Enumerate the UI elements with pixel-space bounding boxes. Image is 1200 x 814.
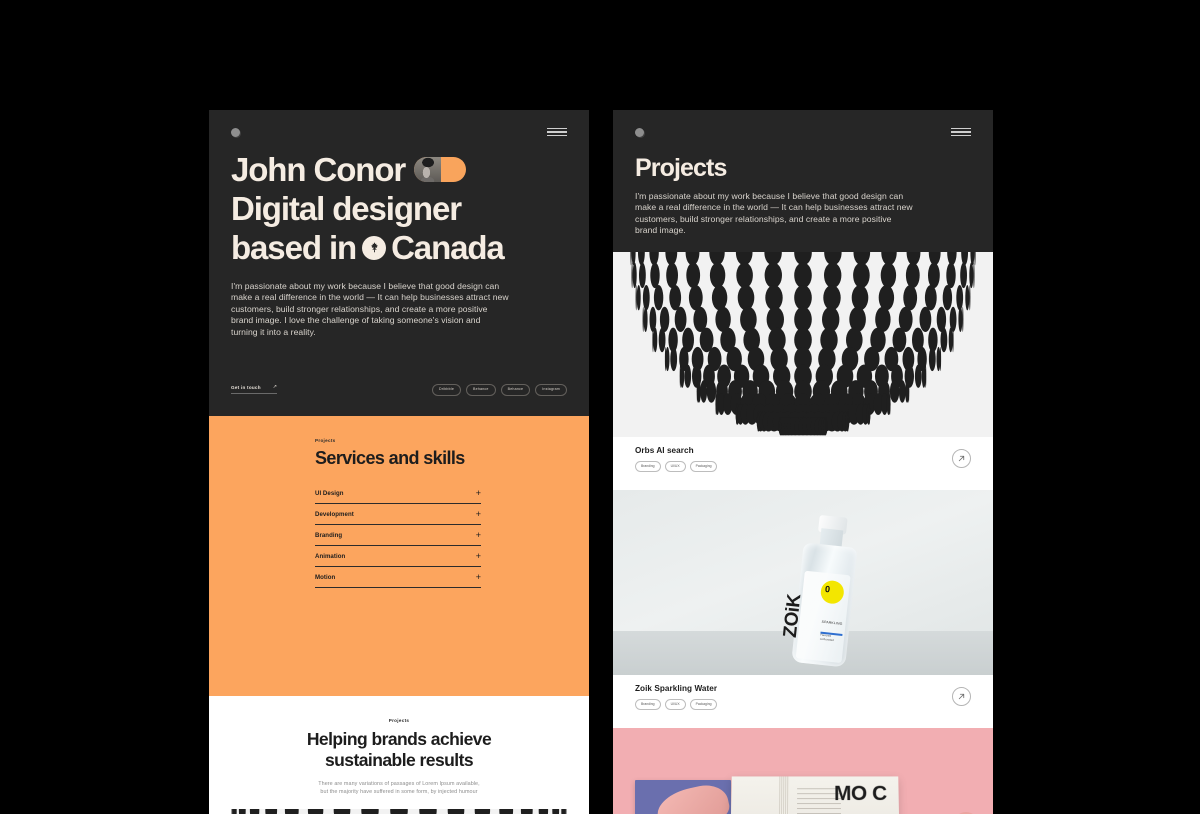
halftone-sphere-image-left <box>231 809 567 814</box>
tag-branding[interactable]: Branding <box>635 699 661 711</box>
magazine-spine <box>778 776 790 814</box>
plus-icon: + <box>475 488 481 498</box>
tag-packaging[interactable]: Packaging <box>689 699 718 711</box>
social-link-behance[interactable]: Behance <box>466 383 496 396</box>
brands-body: There are many variations of passages of… <box>231 780 567 796</box>
service-row-branding[interactable]: Branding + <box>315 525 481 546</box>
headline-line-2: Digital designer <box>231 190 462 227</box>
brands-eyebrow: Projects <box>388 718 410 723</box>
brands-body-line-1: There are many variations of passages of… <box>318 781 480 787</box>
headline-line-3: based in Canada <box>231 228 567 267</box>
plus-icon: + <box>475 530 481 540</box>
arrow-up-right-icon[interactable] <box>952 687 971 706</box>
tag-packaging[interactable]: Packaging <box>689 461 718 473</box>
project-info: Orbs AI search Branding UI/UX Packaging <box>635 446 718 473</box>
projects-intro-text: I'm passionate about my work because I b… <box>635 191 913 236</box>
service-row-animation[interactable]: Animation + <box>315 546 481 567</box>
project-image-zoik[interactable]: ZOiK 0 SPARKLING Flavored carbonated <box>613 490 993 675</box>
right-topbar <box>613 121 993 143</box>
project-tags: Branding UI/UX Packaging <box>635 461 718 473</box>
arrow-up-right-icon[interactable] <box>952 449 971 468</box>
service-label: Branding <box>315 532 343 539</box>
service-label: UI Design <box>315 490 344 497</box>
plus-icon: + <box>475 572 481 582</box>
tag-uiux[interactable]: UI/UX <box>664 699 686 711</box>
magazine-spread-title: MO C <box>834 782 887 806</box>
tag-branding[interactable]: Branding <box>635 461 661 473</box>
screenshot-stage: John Conor Digital designer based in Can… <box>0 0 1200 814</box>
bottle-badge-number: 0 <box>824 583 831 595</box>
services-title: Services and skills <box>315 448 465 468</box>
project-title: Zoik Sparkling Water <box>635 684 718 693</box>
service-row-ui-design[interactable]: UI Design + <box>315 483 481 504</box>
service-label: Motion <box>315 574 336 581</box>
left-hero-section: John Conor Digital designer based in Can… <box>209 110 589 416</box>
services-eyebrow: Projects <box>315 438 336 443</box>
avatar-portrait <box>414 157 442 182</box>
arrow-up-right-icon: ↗ <box>272 384 277 391</box>
plus-icon: + <box>475 509 481 519</box>
cover-artwork <box>653 780 733 814</box>
headline-line-1: John Conor <box>231 150 567 189</box>
headline-based-in: based in <box>231 229 357 266</box>
brands-title-line-2: sustainable results <box>324 750 474 770</box>
right-artboard: Projects I'm passionate about my work be… <box>613 110 993 814</box>
maple-leaf-icon <box>362 235 387 260</box>
magazine-open-spread: MO C <box>730 776 900 814</box>
project-tags: Branding UI/UX Packaging <box>635 699 718 711</box>
logo-mark-icon[interactable] <box>231 127 240 137</box>
brands-title-line-1: Helping brands achieve <box>306 729 492 749</box>
get-in-touch-link[interactable]: Get in touch ↗ <box>231 384 277 395</box>
project-image-orbs[interactable] <box>613 252 993 437</box>
service-row-motion[interactable]: Motion + <box>315 567 481 588</box>
service-label: Animation <box>315 553 346 560</box>
project-card-zoik[interactable]: Zoik Sparkling Water Branding UI/UX Pack… <box>613 675 993 728</box>
left-hero-content: John Conor Digital designer based in Can… <box>209 110 589 338</box>
hamburger-menu-icon[interactable] <box>951 127 971 137</box>
left-topbar <box>209 121 589 143</box>
social-links: Dribbble Behance Behance Instagram <box>432 383 567 396</box>
project-title: Orbs AI search <box>635 446 694 455</box>
magazine-cover: Magazine MO <box>635 780 733 814</box>
project-image-magazine[interactable]: Magazine MO MO C <box>613 728 993 814</box>
headline-name: John Conor <box>231 151 406 188</box>
logo-mark-icon[interactable] <box>635 127 644 137</box>
brands-title: Helping brands achieve sustainable resul… <box>231 729 567 771</box>
left-hero-footer: Get in touch ↗ Dribbble Behance Behance … <box>231 383 567 396</box>
hero-headline: John Conor Digital designer based in Can… <box>231 150 567 267</box>
social-link-instagram[interactable]: Instagram <box>535 383 567 396</box>
service-label: Development <box>315 511 354 518</box>
tag-uiux[interactable]: UI/UX <box>664 461 686 473</box>
avatar-pill <box>414 157 467 182</box>
get-in-touch-label: Get in touch <box>231 385 261 391</box>
social-link-behance-2[interactable]: Behance <box>500 383 531 396</box>
headline-country: Canada <box>391 229 505 266</box>
brands-section: Projects Helping brands achieve sustaina… <box>209 696 589 814</box>
social-link-dribbble[interactable]: Dribbble <box>432 383 462 396</box>
services-section: Projects Services and skills UI Design +… <box>209 416 589 696</box>
right-hero-section: Projects I'm passionate about my work be… <box>613 110 993 252</box>
hamburger-menu-icon[interactable] <box>547 127 567 137</box>
plus-icon: + <box>475 551 481 561</box>
left-artboard: John Conor Digital designer based in Can… <box>209 110 589 814</box>
hero-intro-text: I'm passionate about my work because I b… <box>231 281 509 337</box>
project-info: Zoik Sparkling Water Branding UI/UX Pack… <box>635 684 718 711</box>
bottle-brand-text: ZOiK <box>779 593 806 639</box>
brands-body-line-2: but the majority have suffered in some f… <box>320 789 478 795</box>
page-title: Projects <box>635 154 727 182</box>
project-card-orbs[interactable]: Orbs AI search Branding UI/UX Packaging <box>613 437 993 490</box>
service-row-development[interactable]: Development + <box>315 504 481 525</box>
